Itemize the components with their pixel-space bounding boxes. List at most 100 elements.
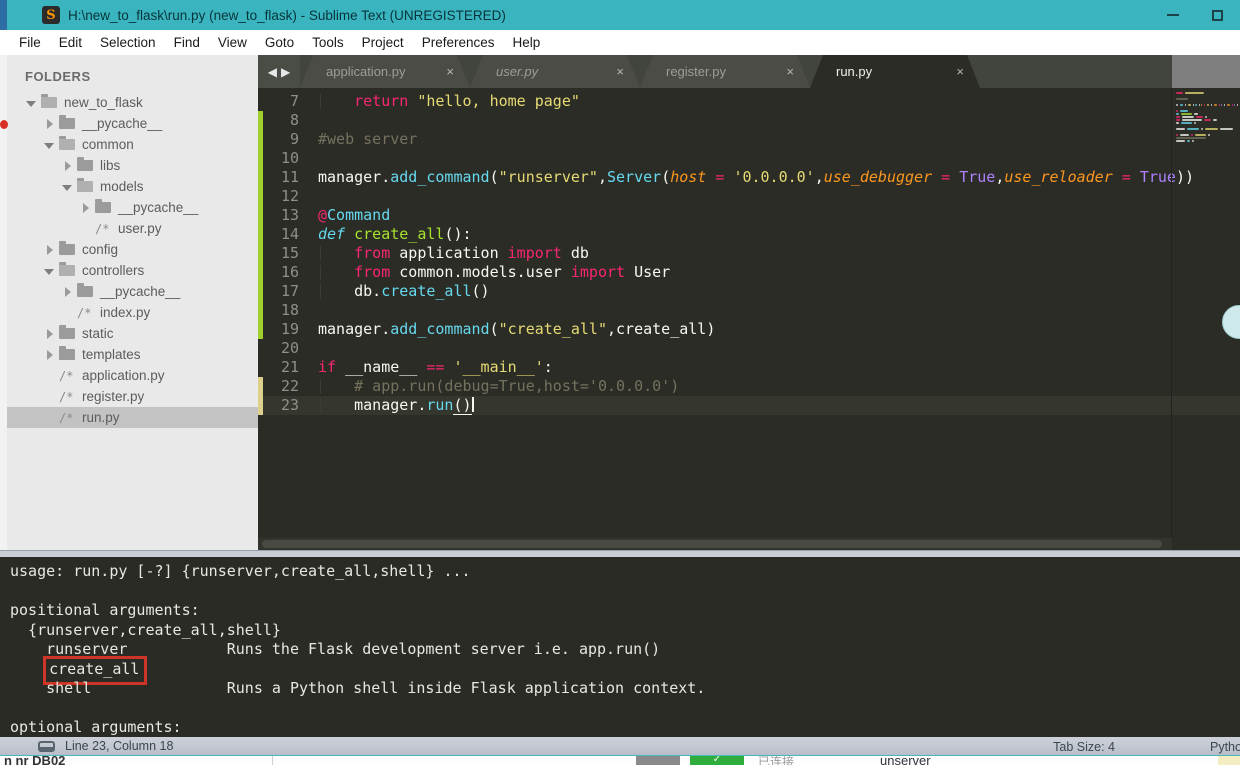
tab-close-icon[interactable]: × xyxy=(954,64,966,79)
tab-size-indicator[interactable]: Tab Size: 4 xyxy=(1053,740,1115,754)
tab-scroll-left-icon[interactable]: ◀ xyxy=(268,65,277,79)
menu-edit[interactable]: Edit xyxy=(50,32,91,53)
minimap-segment xyxy=(1200,128,1203,130)
code-line-10[interactable]: 10 xyxy=(258,149,1240,168)
tab-register-py[interactable]: register.py × xyxy=(640,55,810,88)
maximize-button[interactable] xyxy=(1195,0,1240,30)
panel-divider[interactable] xyxy=(0,550,1240,557)
panel-toggle-icon[interactable] xyxy=(38,740,55,752)
code-line-19[interactable]: 19 manager.add_command("create_all",creat… xyxy=(258,320,1240,339)
tree-item-static[interactable]: static xyxy=(7,323,258,344)
menu-goto[interactable]: Goto xyxy=(256,32,303,53)
code-line-23[interactable]: 23 manager.run() xyxy=(258,396,1240,415)
minimize-icon xyxy=(1166,14,1179,16)
code-token: run xyxy=(426,396,454,414)
tree-item-common[interactable]: common xyxy=(7,134,258,155)
disclosure-right-icon[interactable] xyxy=(79,202,91,214)
tree-item--pycache-[interactable]: __pycache__ xyxy=(7,281,258,302)
code-line-7[interactable]: 7 return "hello, home page" xyxy=(258,92,1240,111)
menu-view[interactable]: View xyxy=(209,32,256,53)
code-line-21[interactable]: 21 if __name__ == '__main__': xyxy=(258,358,1240,377)
tree-item-label: run.py xyxy=(82,410,120,425)
disclosure-down-icon[interactable] xyxy=(43,265,55,277)
code-line-17[interactable]: 17 db.create_all() xyxy=(258,282,1240,301)
tree-item-label: libs xyxy=(100,158,121,173)
tab-user-py[interactable]: user.py × xyxy=(470,55,640,88)
tree-item-label: index.py xyxy=(100,305,151,320)
menu-help[interactable]: Help xyxy=(504,32,550,53)
tree-item-controllers[interactable]: controllers xyxy=(7,260,258,281)
code-token: "runserver" xyxy=(498,168,598,186)
minimap-line xyxy=(1176,128,1238,130)
build-output-panel[interactable]: usage: run.py [-?] {runserver,create_all… xyxy=(0,557,1240,737)
disclosure-right-icon[interactable] xyxy=(61,286,73,298)
code-token: "hello, home page" xyxy=(417,92,580,110)
code-line-14[interactable]: 14 def create_all(): xyxy=(258,225,1240,244)
tree-item-user-py[interactable]: /* user.py xyxy=(7,218,258,239)
tree-item-run-py[interactable]: /* run.py xyxy=(7,407,258,428)
tab-close-icon[interactable]: × xyxy=(444,64,456,79)
menu-selection[interactable]: Selection xyxy=(91,32,165,53)
code-line-22[interactable]: 22 # app.run(debug=True,host='0.0.0.0') xyxy=(258,377,1240,396)
tree-item-register-py[interactable]: /* register.py xyxy=(7,386,258,407)
tab-label: application.py xyxy=(326,64,406,79)
minimap-segment xyxy=(1176,92,1183,94)
code-token: () xyxy=(471,282,490,300)
horizontal-scrollbar[interactable] xyxy=(258,538,1172,550)
minimap-segment xyxy=(1176,137,1206,139)
disclosure-right-icon[interactable] xyxy=(43,118,55,130)
code-line-18[interactable]: 18 xyxy=(258,301,1240,320)
tab-scroll-arrows[interactable]: ◀ ▶ xyxy=(258,55,300,88)
syntax-indicator[interactable]: Python xyxy=(1210,740,1240,754)
disclosure-down-icon[interactable] xyxy=(25,97,37,109)
tab-application-py[interactable]: application.py × xyxy=(300,55,470,88)
disclosure-down-icon[interactable] xyxy=(43,139,55,151)
tree-item--pycache-[interactable]: __pycache__ xyxy=(7,197,258,218)
tree-item-libs[interactable]: libs xyxy=(7,155,258,176)
disclosure-right-icon[interactable] xyxy=(61,160,73,172)
code-line-20[interactable]: 20 xyxy=(258,339,1240,358)
menu-tools[interactable]: Tools xyxy=(303,32,353,53)
tab-close-icon[interactable]: × xyxy=(614,64,626,79)
tree-item-config[interactable]: config xyxy=(7,239,258,260)
tab-close-icon[interactable]: × xyxy=(784,64,796,79)
tree-item-templates[interactable]: templates xyxy=(7,344,258,365)
tree-item--pycache-[interactable]: __pycache__ xyxy=(7,113,258,134)
menu-preferences[interactable]: Preferences xyxy=(413,32,504,53)
minimize-button[interactable] xyxy=(1150,0,1195,30)
menu-project[interactable]: Project xyxy=(353,32,413,53)
minimap-segment xyxy=(1186,140,1191,142)
minimap-segment xyxy=(1213,104,1217,106)
menu-file[interactable]: File xyxy=(10,32,50,53)
menu-bar: File Edit Selection Find View Goto Tools Projec… xyxy=(0,30,1240,55)
tree-item-application-py[interactable]: /* application.py xyxy=(7,365,258,386)
menu-find[interactable]: Find xyxy=(165,32,209,53)
tab-run-py[interactable]: run.py × xyxy=(810,55,980,88)
tree-item-index-py[interactable]: /* index.py xyxy=(7,302,258,323)
code-token: () xyxy=(453,396,472,415)
file-icon: /* xyxy=(59,389,74,404)
tree-item-new-to-flask[interactable]: new_to_flask xyxy=(7,92,258,113)
disclosure-right-icon[interactable] xyxy=(43,244,55,256)
minimap[interactable] xyxy=(1172,90,1240,143)
indent-guide xyxy=(320,379,321,394)
code-line-8[interactable]: 8 xyxy=(258,111,1240,130)
tree-item-models[interactable]: models xyxy=(7,176,258,197)
code-view[interactable]: 7 return "hello, home page" 8 9 #web server… xyxy=(258,88,1240,538)
code-line-15[interactable]: 15 from application import db xyxy=(258,244,1240,263)
background-partial-word: unserver xyxy=(880,756,931,765)
code-line-12[interactable]: 12 xyxy=(258,187,1240,206)
line-number: 7 xyxy=(289,92,299,110)
disclosure-right-icon[interactable] xyxy=(43,349,55,361)
code-line-16[interactable]: 16 from common.models.user import User xyxy=(258,263,1240,282)
code-line-13[interactable]: 13 @Command xyxy=(258,206,1240,225)
disclosure-down-icon[interactable] xyxy=(61,181,73,193)
disclosure-right-icon[interactable] xyxy=(43,328,55,340)
tab-scroll-right-icon[interactable]: ▶ xyxy=(281,65,290,79)
minimap-segment xyxy=(1194,122,1197,124)
horizontal-scrollbar-thumb[interactable] xyxy=(262,540,1162,548)
code-line-11[interactable]: 11 manager.add_command("runserver",Server… xyxy=(258,168,1240,187)
code-line-9[interactable]: 9 #web server xyxy=(258,130,1240,149)
console-line: optional arguments: xyxy=(10,718,1240,737)
